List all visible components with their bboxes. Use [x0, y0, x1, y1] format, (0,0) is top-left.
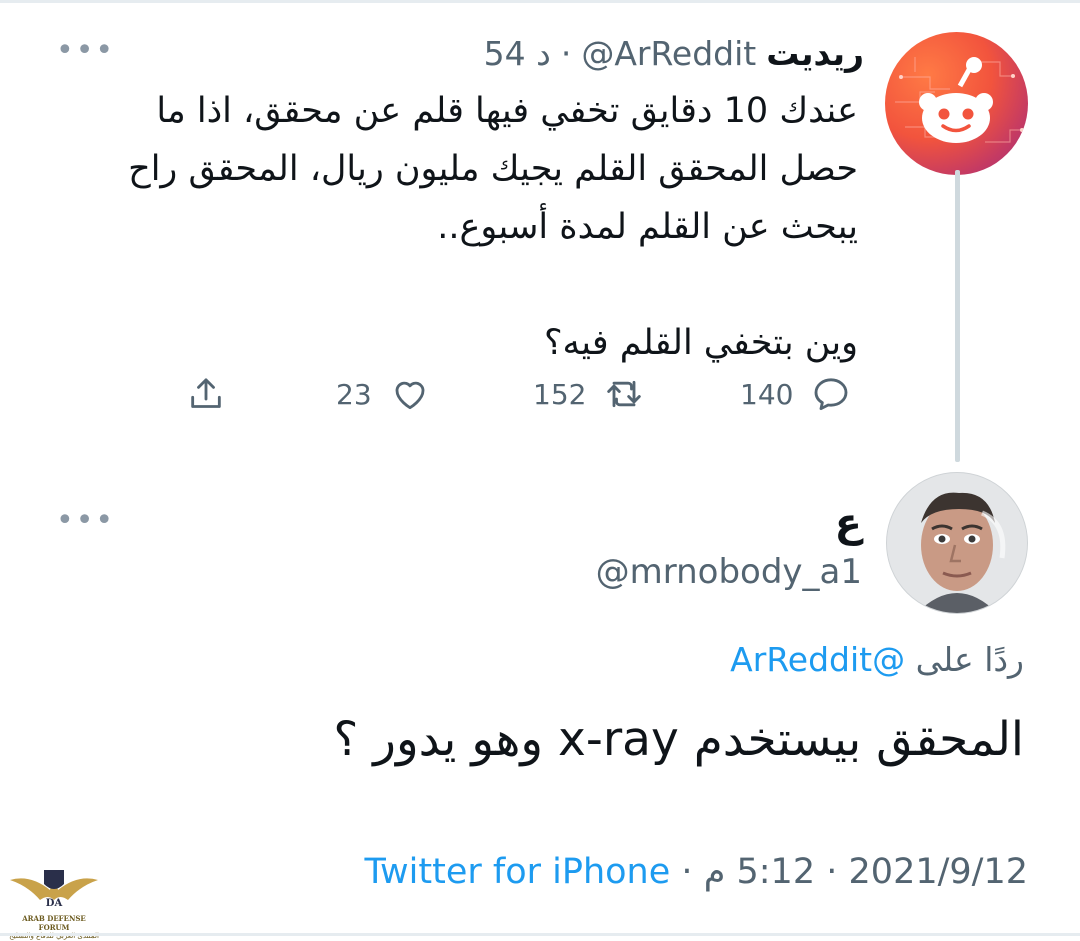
forum-watermark: DA ARAB DEFENSE FORUM المنتدى العربي للد…: [6, 858, 102, 940]
retweet-button[interactable]: 152: [533, 368, 644, 420]
author-name[interactable]: ريديت: [766, 34, 864, 73]
more-icon: •••: [56, 503, 116, 538]
share-icon: [191, 378, 221, 408]
retweet-icon: [607, 380, 642, 408]
tweet-metadata: 2021/9/12 · 5:12 م · Twitter for iPhone: [364, 852, 1028, 892]
tweet-source-link[interactable]: Twitter for iPhone: [364, 852, 670, 892]
reply-author-handle[interactable]: @mrnobody_a1: [596, 552, 862, 592]
reply-count: 140: [740, 377, 794, 411]
tweet-clock-time[interactable]: 5:12 م: [704, 852, 815, 892]
meta-separator-2: ·: [681, 852, 693, 892]
avatar-mrnobody[interactable]: [886, 472, 1028, 614]
more-options-button[interactable]: •••: [56, 36, 115, 66]
meta-separator-1: ·: [826, 852, 838, 892]
tweet-header: ريديت @ArReddit · 54 د: [484, 28, 864, 78]
tweet-text: عندك 10 دقايق تخفي فيها قلم عن محقق، اذا…: [128, 91, 858, 363]
replying-to-mention[interactable]: @ArReddit: [730, 640, 905, 679]
replying-to: ردًا على @ArReddit: [730, 640, 1024, 679]
reply-author-name[interactable]: ع: [835, 500, 862, 546]
author-handle[interactable]: @ArReddit: [581, 34, 756, 73]
thread-connector-line: [955, 170, 960, 462]
reply-text: المحقق بيستخدم x-ray وهو يدور ؟: [333, 712, 1024, 767]
reply-icon: [815, 378, 848, 411]
top-divider: [0, 0, 1080, 3]
eagle-logo-icon: DA: [10, 870, 98, 909]
svg-text:DA: DA: [46, 898, 63, 909]
replying-to-label: ردًا على: [915, 640, 1024, 679]
like-button[interactable]: 23: [336, 368, 430, 420]
more-icon: •••: [56, 33, 116, 68]
watermark-line1: ARAB DEFENSE FORUM: [22, 914, 86, 932]
like-count: 23: [336, 377, 372, 411]
profile-photo-icon: [887, 473, 1027, 613]
separator: ·: [560, 33, 572, 73]
reply-button[interactable]: 140: [740, 368, 851, 420]
reddit-logo-icon: [895, 57, 1024, 143]
avatar-arreddit[interactable]: [885, 32, 1028, 175]
tweet-date[interactable]: 2021/9/12: [849, 852, 1028, 892]
tweet-time[interactable]: 54 د: [484, 34, 551, 73]
share-button[interactable]: [186, 368, 226, 420]
more-options-button-reply[interactable]: •••: [56, 506, 115, 536]
retweet-count: 152: [533, 377, 587, 411]
heart-icon: [395, 381, 425, 410]
